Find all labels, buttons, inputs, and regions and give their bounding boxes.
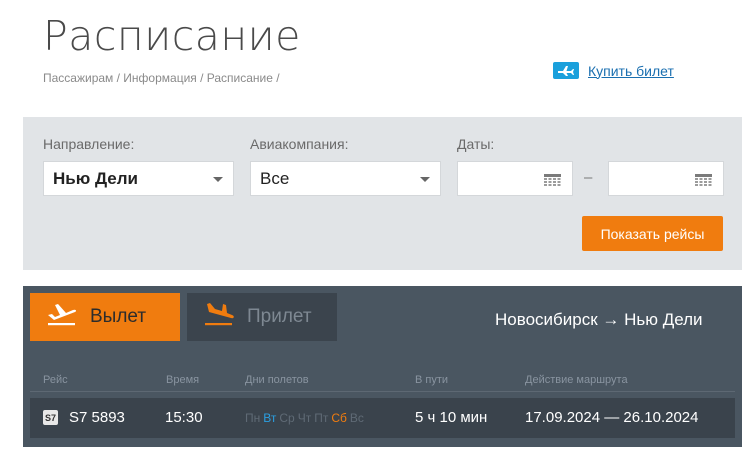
page-title: Расписание (43, 12, 301, 60)
day-tue: Вт (263, 411, 277, 425)
flight-number: S7 5893 (69, 409, 125, 426)
flight-duration: 5 ч 10 мин (415, 409, 488, 426)
airline-label: Авиакомпания: (250, 136, 349, 152)
dates-label: Даты: (457, 136, 495, 152)
route-validity: 17.09.2024 — 26.10.2024 (525, 409, 699, 426)
plane-landing-icon (203, 302, 235, 332)
airline-select[interactable]: Все (250, 161, 441, 196)
calendar-icon[interactable] (544, 173, 561, 191)
column-header-duration: В пути (415, 374, 449, 386)
tab-arrival-label: Прилет (247, 306, 312, 327)
show-flights-button[interactable]: Показать рейсы (582, 216, 723, 251)
airline-value: Все (260, 168, 290, 188)
buy-ticket-link[interactable]: Купить билет (553, 62, 674, 79)
breadcrumb[interactable]: Пассажирам / Информация / Расписание / (43, 71, 280, 85)
day-thu: Чт (297, 411, 312, 425)
direction-select[interactable]: Нью Дели (43, 161, 234, 196)
tab-arrival[interactable]: Прилет (187, 293, 337, 341)
flight-days: Пн Вт Ср Чт Пт Сб Вс (245, 411, 364, 425)
day-sat: Сб (331, 411, 347, 425)
table-row[interactable]: S7 S7 5893 15:30 Пн Вт Ср Чт Пт Сб Вс 5 … (30, 398, 735, 438)
chevron-down-icon (420, 177, 430, 182)
filter-panel: Направление: Нью Дели Авиакомпания: Все … (23, 117, 742, 270)
ticket-plane-icon (553, 62, 579, 79)
plane-takeoff-icon (46, 302, 78, 332)
column-header-flight: Рейс (43, 374, 68, 386)
column-header-time: Время (166, 374, 200, 386)
airline-logo-icon: S7 (43, 410, 58, 425)
day-mon: Пн (245, 411, 261, 425)
direction-label: Направление: (43, 136, 135, 152)
buy-ticket-label[interactable]: Купить билет (588, 63, 674, 79)
schedule-panel: Вылет Прилет Новосибирск → Нью Дели Рейс… (23, 286, 742, 447)
direction-value: Нью Дели (53, 168, 138, 188)
route-title: Новосибирск → Нью Дели (495, 310, 703, 329)
tab-departure-label: Вылет (90, 306, 147, 327)
date-from-field[interactable] (457, 161, 573, 196)
header-divider (30, 391, 735, 392)
date-separator: – (584, 169, 593, 186)
calendar-icon[interactable] (695, 173, 712, 191)
departure-time: 15:30 (165, 409, 203, 426)
chevron-down-icon (213, 177, 223, 182)
column-header-days: Дни полетов (245, 374, 309, 386)
column-header-validity: Действие маршрута (525, 374, 628, 386)
day-fri: Пт (314, 411, 329, 425)
day-sun: Вс (349, 411, 364, 425)
tab-departure[interactable]: Вылет (30, 293, 180, 341)
date-to-field[interactable] (608, 161, 724, 196)
day-wed: Ср (279, 411, 295, 425)
